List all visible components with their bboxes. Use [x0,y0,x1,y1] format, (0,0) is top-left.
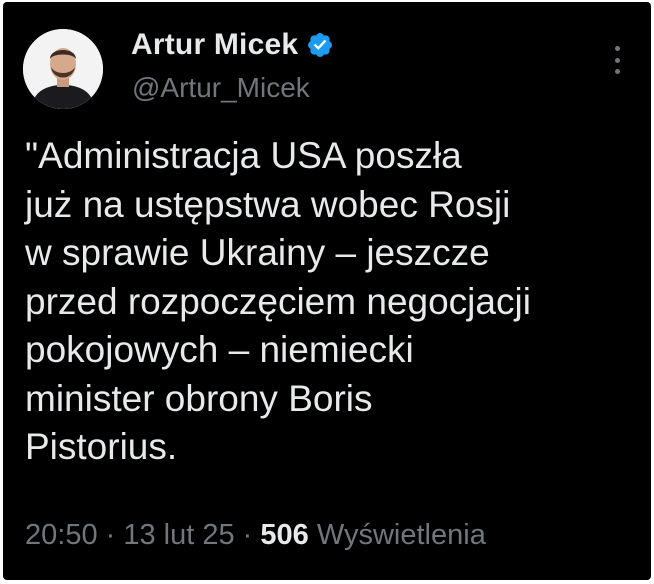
more-options-icon[interactable] [613,46,621,74]
tweet-text: "Administracja USA poszła już na ustępst… [25,135,531,467]
author-name-row: Artur Micek [131,28,334,62]
verified-badge-icon [308,33,333,57]
tweet-meta: 20:50 · 13 lut 25 · 506 Wyświetlenia [25,519,486,552]
views-count[interactable]: 506 [260,519,308,551]
tweet-card: Artur Micek @Artur_Micek "Administracja … [3,2,651,580]
tweet-date[interactable]: 13 lut 25 [123,519,234,551]
views-label[interactable]: Wyświetlenia [317,519,486,551]
meta-separator: · [97,519,124,551]
author-handle[interactable]: @Artur_Micek [132,72,310,104]
profile-photo [23,29,103,109]
author-name[interactable]: Artur Micek [131,28,298,62]
avatar[interactable] [23,29,103,109]
meta-separator: · [234,519,261,551]
tweet-time[interactable]: 20:50 [25,519,98,551]
